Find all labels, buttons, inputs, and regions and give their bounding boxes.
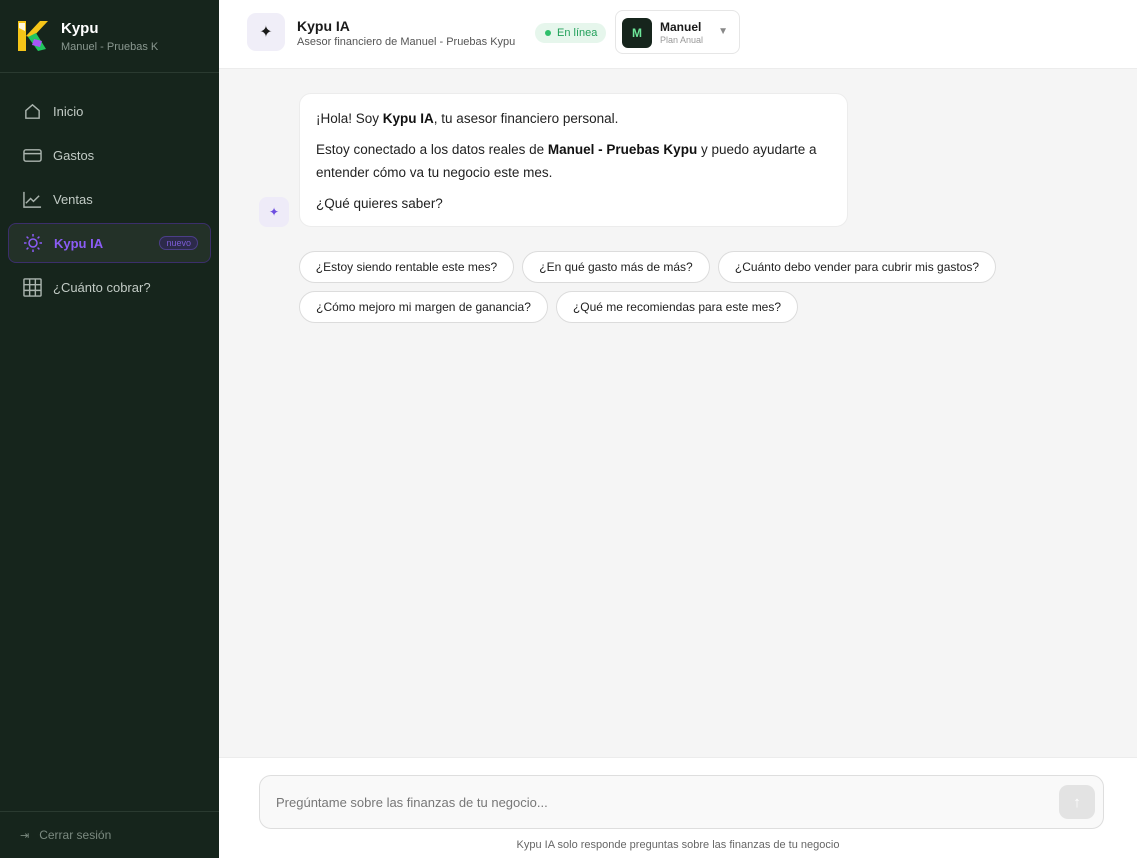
user-name: Manuel [660, 20, 702, 34]
message-greeting: ¡Hola! Soy Kypu IA, tu asesor financiero… [316, 111, 619, 126]
sparkle-icon: ✦ [259, 197, 289, 227]
user-menu[interactable]: M Manuel Plan Anual ▼ [615, 10, 740, 54]
logout-label: Cerrar sesión [39, 828, 112, 842]
suggestion-chip[interactable]: ¿Cómo mejoro mi margen de ganancia? [299, 291, 548, 323]
composer-box: ↑ [259, 775, 1104, 829]
credit-card-icon [22, 145, 42, 165]
app-name: Kypu [61, 19, 99, 37]
sparkle-icon: ✦ [247, 13, 285, 51]
logout-icon: ⇥ [20, 829, 30, 842]
sidebar-item-label: Inicio [53, 103, 84, 119]
status-dot-icon [545, 30, 551, 36]
chat-header: ✦ Kypu IA Asesor financiero de Manuel - … [219, 0, 1137, 69]
sidebar-item-label: Gastos [53, 147, 95, 163]
suggestion-chip[interactable]: ¿En qué gasto más de más? [522, 251, 710, 283]
sidebar: Kypu Manuel - Pruebas K Inicio Gastos Ve… [0, 0, 219, 858]
suggestion-chip[interactable]: ¿Estoy siendo rentable este mes? [299, 251, 514, 283]
assistant-message: ¡Hola! Soy Kypu IA, tu asesor financiero… [299, 93, 848, 227]
sidebar-item-inicio[interactable]: Inicio [8, 91, 211, 131]
message-context: Estoy conectado a los datos reales de Ma… [316, 142, 817, 180]
user-plan: Plan Anual [660, 35, 704, 45]
status-label: En línea [557, 27, 598, 39]
chat-input[interactable] [276, 776, 1036, 828]
sidebar-item-cuanto-cobrar[interactable]: ¿Cuánto cobrar? [8, 267, 211, 307]
kypu-logo[interactable] [16, 19, 50, 53]
send-button[interactable]: ↑ [1059, 785, 1095, 819]
home-icon [22, 101, 42, 121]
new-badge: nuevo [159, 236, 198, 250]
page-title: Kypu IA [297, 18, 350, 34]
composer: ↑ Kypu IA solo responde preguntas sobre … [219, 757, 1137, 858]
sidebar-item-label: ¿Cuánto cobrar? [53, 279, 151, 295]
sidebar-nav: Inicio Gastos Ventas Kypu IA nuevo ¿Cuán… [0, 73, 219, 307]
sidebar-item-label: Ventas [53, 191, 93, 207]
grid-icon [22, 277, 42, 297]
logout-button[interactable]: ⇥ Cerrar sesión [0, 811, 219, 858]
status-badge: En línea [535, 23, 607, 43]
org-name: Manuel - Pruebas K [61, 40, 159, 53]
sidebar-item-gastos[interactable]: Gastos [8, 135, 211, 175]
message-question: ¿Qué quieres saber? [316, 196, 443, 211]
page-subtitle: Asesor financiero de Manuel - Pruebas Ky… [297, 36, 516, 48]
sidebar-item-label: Kypu IA [54, 235, 104, 251]
suggestion-chip[interactable]: ¿Cuánto debo vender para cubrir mis gast… [718, 251, 996, 283]
suggestion-chip[interactable]: ¿Qué me recomiendas para este mes? [556, 291, 798, 323]
line-chart-icon [22, 189, 42, 209]
brand: Kypu Manuel - Pruebas K [0, 0, 219, 73]
sidebar-item-kypu-ia[interactable]: Kypu IA nuevo [8, 223, 211, 263]
composer-footnote: Kypu IA solo responde preguntas sobre la… [516, 839, 840, 851]
sun-icon [23, 233, 43, 253]
arrow-up-icon: ↑ [1073, 793, 1081, 811]
sidebar-item-ventas[interactable]: Ventas [8, 179, 211, 219]
avatar: M [622, 18, 652, 48]
chat-area: ✦ ¡Hola! Soy Kypu IA, tu asesor financie… [219, 69, 1137, 757]
chevron-down-icon: ▼ [718, 26, 728, 37]
